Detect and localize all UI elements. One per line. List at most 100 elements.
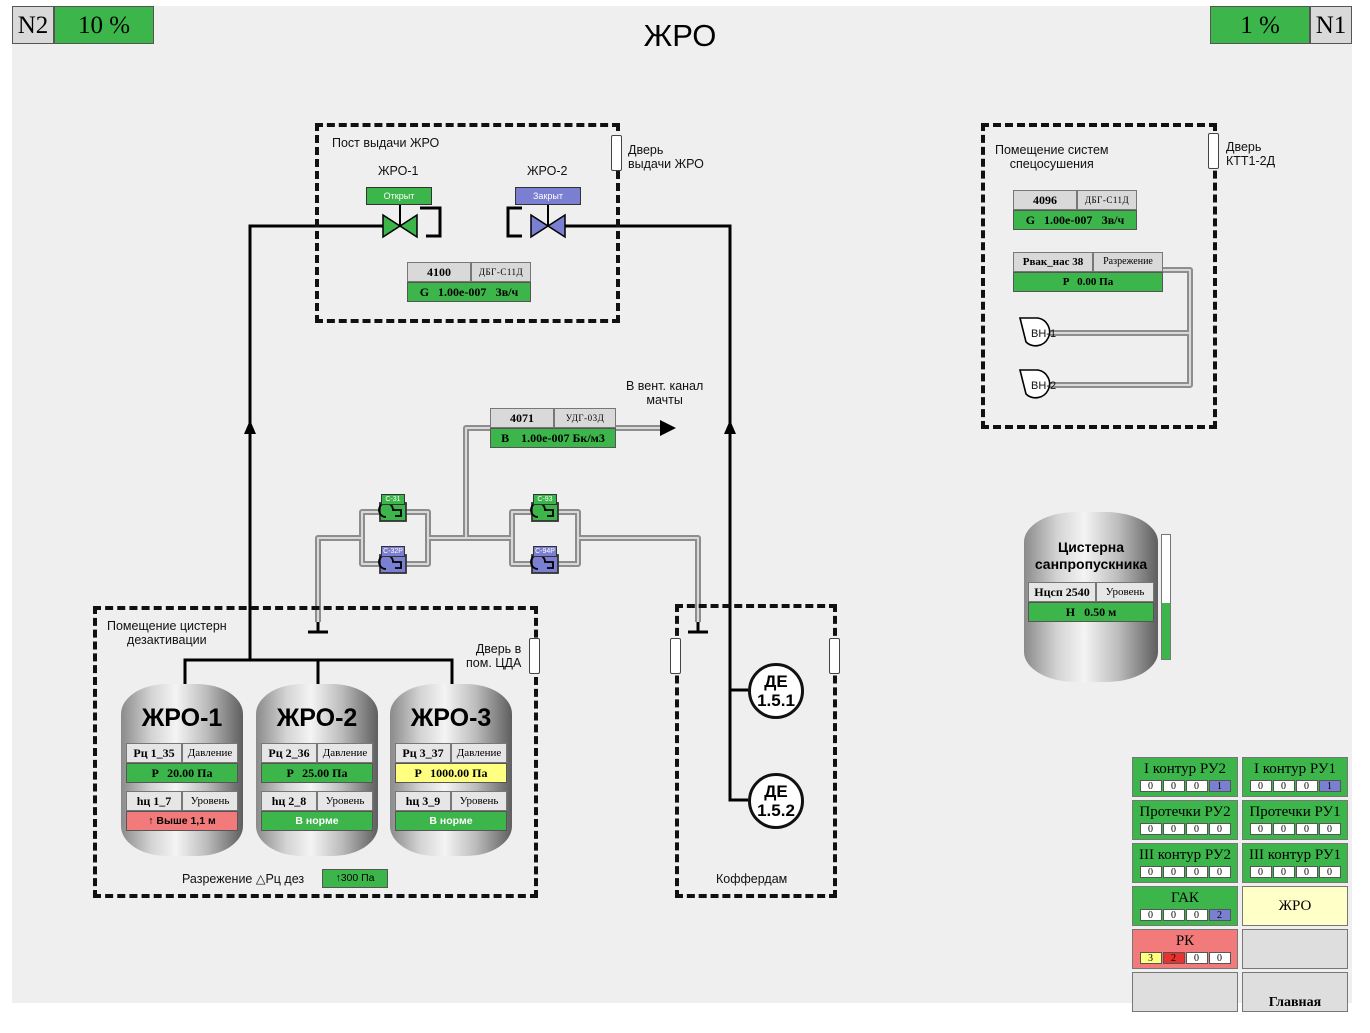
nav-panel-counter: 0	[1295, 866, 1318, 878]
tank-zhro3[interactable]: ЖРО-3 Рц 3_37 Давление P 1000.00 Па hц 3_…	[390, 684, 512, 856]
pump-vn1-label: ВН-1	[1031, 328, 1057, 340]
fan-c32p-symbol	[378, 554, 407, 574]
nav-panel-counter: 0	[1295, 823, 1318, 835]
tank3-p-value: P 1000.00 Па	[395, 763, 507, 783]
nav-panel-counter: 0	[1249, 823, 1272, 835]
tank2-p-id: Рц 2_36	[261, 743, 317, 763]
nav-panel-counter: 0	[1295, 780, 1318, 792]
nav-panel-3[interactable]: Протечки РУ1 0 0 0 0	[1242, 800, 1348, 840]
nav-panel-counter: 1	[1318, 780, 1341, 792]
vacuum-38-name: Рвак_нас 38	[1013, 252, 1093, 272]
nav-panel-9[interactable]	[1242, 929, 1348, 969]
sensor-4100[interactable]: 4100 ДБГ-С11Д G 1.00е-007 Зв/ч	[407, 262, 531, 302]
cofferdam-border	[675, 604, 837, 898]
tank1-h-id: hц 1_7	[126, 791, 182, 811]
sensor-4071-value: B 1.00е-007 Бк/м3	[490, 428, 616, 448]
fan-c32p-tag[interactable]: С-32Р	[381, 546, 405, 557]
post-door	[611, 135, 622, 171]
decon-room-title: Помещение цистерн дезактивации	[107, 619, 227, 647]
tank-zhro1[interactable]: ЖРО-1 Рц 1_35 Давление P 20.00 Па hц 1_7 У…	[121, 684, 243, 856]
cofferdam-door-left	[670, 638, 681, 674]
nav-panel-title: ЖРО	[1278, 898, 1312, 914]
tank-zhro2[interactable]: ЖРО-2 Рц 2_36 Давление P 25.00 Па hц 2_8 У…	[256, 684, 378, 856]
nav-panel-title: Протечки РУ1	[1249, 804, 1341, 820]
nav-panel-10[interactable]	[1132, 972, 1238, 1012]
nav-panel-counter: 2	[1162, 952, 1185, 964]
nav-panel-0[interactable]: I контур РУ2 0 0 0 1	[1132, 757, 1238, 797]
sensor-4096-id: 4096	[1013, 190, 1077, 210]
nav-panel-counter: 0	[1139, 780, 1162, 792]
de-151[interactable]: ДЕ 1.5.1	[748, 663, 804, 719]
nav-panel-title: ГАК	[1171, 890, 1199, 906]
nav-panel-counter: 0	[1318, 823, 1341, 835]
decon-vacuum-value: ↑300 Па	[322, 869, 388, 888]
fan-c31-tag[interactable]: С-31	[381, 494, 405, 505]
tank-sanitary[interactable]: Цистерна санпропускника Нцсп 2540 Уровень…	[1024, 512, 1158, 682]
de-152[interactable]: ДЕ 1.5.2	[748, 773, 804, 829]
nav-panel-7[interactable]: ЖРО	[1242, 886, 1348, 926]
sanitary-h-value: H 0.50 м	[1028, 602, 1154, 622]
nav-panel-11[interactable]: Главная	[1242, 972, 1348, 1012]
nav-panel-counter: 3	[1139, 952, 1162, 964]
fan-c31-symbol	[378, 502, 407, 522]
nav-panel-6[interactable]: ГАК 0 0 0 2	[1132, 886, 1238, 926]
tank2-h-param: Уровень	[317, 791, 373, 811]
nav-panel-counter: 0	[1185, 909, 1208, 921]
decon-door-label: Дверь в пом. ЦДА	[466, 642, 522, 670]
tank2-p-param: Давление	[317, 743, 373, 763]
nav-panel-counter: 0	[1185, 952, 1208, 964]
cofferdam-label: Коффердам	[716, 872, 788, 886]
nav-panel-title: III контур РУ1	[1249, 847, 1341, 863]
nav-panel-counter: 0	[1318, 866, 1341, 878]
tank2-h-status: В норме	[261, 811, 373, 831]
nav-panel-counter: 0	[1185, 823, 1208, 835]
nav-panel-title: Протечки РУ2	[1139, 804, 1231, 820]
fan-c94p-tag[interactable]: С-94Р	[533, 546, 557, 557]
sensor-4071[interactable]: 4071 УДГ-03Д B 1.00е-007 Бк/м3	[490, 408, 616, 448]
vacuum-38-param: Разрежение	[1093, 252, 1163, 272]
sensor-vacuum-38[interactable]: Рвак_нас 38 Разрежение P 0.00 Па	[1013, 252, 1163, 292]
nav-panel-counter: 0	[1139, 823, 1162, 835]
nav-panel-8[interactable]: РК 3 2 0 0	[1132, 929, 1238, 969]
arrow-left-up	[244, 420, 256, 434]
nav-panel-counter: 0	[1185, 866, 1208, 878]
decon-door	[529, 638, 540, 674]
navigation-panels: I контур РУ2 0 0 0 1 I контур РУ1 0 0 0 1 Протечки…	[1132, 757, 1348, 1012]
tank1-p-param: Давление	[182, 743, 238, 763]
tank3-p-param: Давление	[451, 743, 507, 763]
nav-panel-1[interactable]: I контур РУ1 0 0 0 1	[1242, 757, 1348, 797]
fan-c93-tag[interactable]: С-93	[533, 494, 557, 505]
spec-room-title: Помещение систем спецосушения	[995, 143, 1109, 171]
nav-panel-counter: 0	[1139, 866, 1162, 878]
nav-panel-counter: 0	[1249, 780, 1272, 792]
nav-panel-2[interactable]: Протечки РУ2 0 0 0 0	[1132, 800, 1238, 840]
sensor-4100-type: ДБГ-С11Д	[471, 262, 531, 282]
valve-zhro2-state[interactable]: Закрыт	[515, 187, 581, 205]
sanitary-level-fill	[1162, 603, 1170, 659]
nav-panel-counter: 2	[1208, 909, 1231, 921]
nav-panel-counter: 0	[1249, 866, 1272, 878]
fan-c93-symbol	[530, 502, 559, 522]
valve-zhro1-state[interactable]: Открыт	[366, 187, 432, 205]
tank3-h-param: Уровень	[451, 791, 507, 811]
sensor-4071-id: 4071	[490, 408, 554, 428]
sensor-4071-type: УДГ-03Д	[554, 408, 616, 428]
sanitary-tank-name: Цистерна санпропускника	[1034, 539, 1148, 572]
nav-panel-counter: 0	[1139, 909, 1162, 921]
nav-panel-counter: 0	[1162, 823, 1185, 835]
sanitary-h-id: Нцсп 2540	[1028, 582, 1096, 602]
nav-panel-title	[1133, 973, 1237, 1011]
nav-panel-counter: 0	[1272, 823, 1295, 835]
decon-vacuum-label: Разрежение △Рц дез	[182, 872, 305, 886]
nav-panel-counter: 0	[1272, 780, 1295, 792]
nav-panel-title: III контур РУ2	[1139, 847, 1231, 863]
nav-panel-5[interactable]: III контур РУ1 0 0 0 0	[1242, 843, 1348, 883]
nav-panel-title	[1243, 930, 1347, 968]
sensor-4096[interactable]: 4096 ДБГ-С11Д G 1.00е-007 Зв/ч	[1013, 190, 1137, 230]
sanitary-h-param: Уровень	[1096, 582, 1154, 602]
post-door-label: Дверь выдачи ЖРО	[628, 143, 704, 171]
nav-panel-4[interactable]: III контур РУ2 0 0 0 0	[1132, 843, 1238, 883]
tank-zhro1-name: ЖРО-1	[141, 704, 223, 732]
tank1-h-param: Уровень	[182, 791, 238, 811]
spec-door	[1208, 133, 1219, 169]
